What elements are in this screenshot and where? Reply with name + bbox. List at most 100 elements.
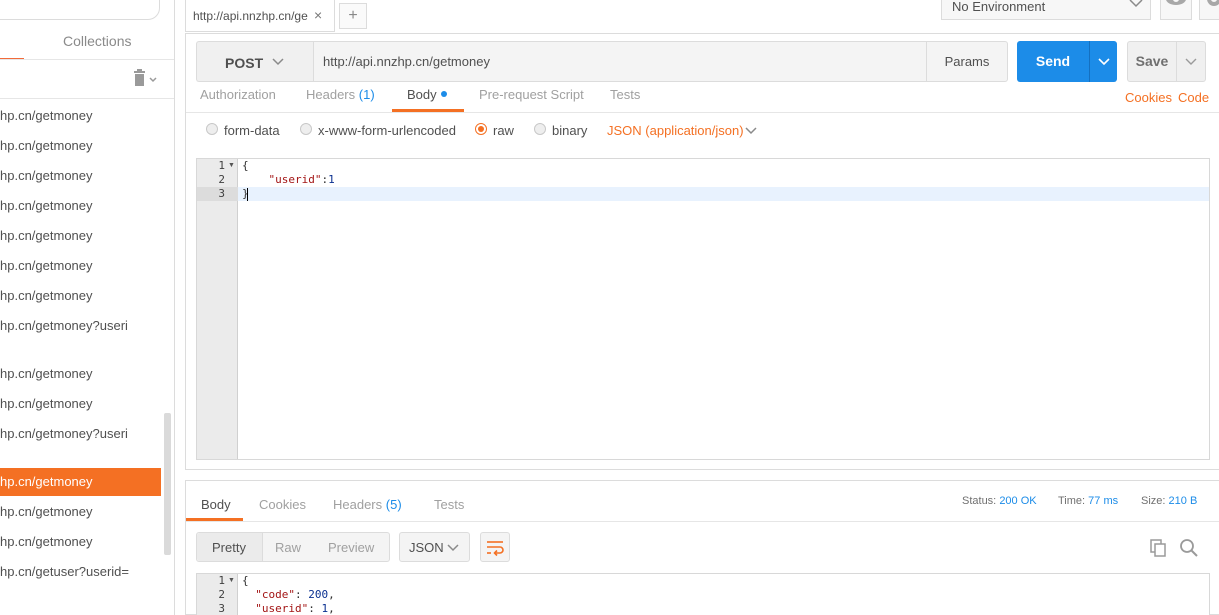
json-key: "code" [255,588,295,601]
response-body-viewer[interactable]: 1 ▼ 2 3 { "code": 200, "userid": 1, [196,573,1210,615]
history-item-label: hp.cn/getmoney [0,138,93,153]
history-item[interactable]: hp.cn/getmoney [0,498,161,526]
request-body-editor[interactable]: 1 ▼ 2 3 { "userid":1 } [196,158,1210,460]
params-button[interactable]: Params [926,41,1008,82]
tab-response-headers-label: Headers [333,497,383,512]
chevron-down-icon [272,58,284,66]
response-format-select[interactable]: JSON [399,532,470,562]
history-item[interactable]: hp.cn/getmoney [0,102,161,130]
tab-response-tests[interactable]: Tests [434,497,464,512]
history-item[interactable]: hp.cn/getmoney [0,390,161,418]
history-item[interactable]: hp.cn/getmoney [0,192,161,220]
view-mode-group: Pretty Raw Preview [196,532,390,562]
history-item[interactable]: hp.cn/getmoney [0,282,161,310]
radio-form-data[interactable] [206,123,218,135]
environment-settings-button[interactable] [1199,0,1219,20]
close-icon[interactable]: × [314,7,322,23]
trash-menu-button[interactable] [131,69,161,89]
search-icon[interactable] [1179,538,1199,558]
save-options-button[interactable] [1176,41,1206,82]
sidebar-search-input[interactable] [0,0,160,20]
chevron-down-icon [447,544,459,552]
line-number: 2 [218,588,225,601]
line-number: 3 [218,187,225,200]
history-item-label: hp.cn/getmoney?useri [0,318,128,333]
binary-label[interactable]: binary [552,123,587,138]
tab-history[interactable] [0,26,40,58]
tab-tests[interactable]: Tests [610,87,640,102]
size-value: 210 B [1168,495,1198,507]
history-item[interactable]: hp.cn/getmoney [0,252,161,280]
json-value: 1 [328,173,335,186]
content-type-select[interactable]: JSON (application/json) [607,123,744,138]
history-item-label: hp.cn/getmoney [0,198,93,213]
divider [0,98,174,99]
copy-icon[interactable] [1149,538,1169,558]
response-headers-count: (5) [385,497,402,512]
history-item-selected[interactable]: hp.cn/getmoney [0,468,161,496]
status-readout: Status: 200 OK [962,495,1037,507]
code-link[interactable]: Code [1178,90,1209,105]
history-item[interactable]: hp.cn/getmoney [0,162,161,190]
divider [0,59,174,60]
history-item-label: hp.cn/getmoney [0,474,93,489]
time-value: 77 ms [1088,495,1119,507]
environment-select[interactable]: No Environment [941,0,1151,20]
tab-prerequest-script[interactable]: Pre-request Script [479,87,584,102]
history-item[interactable]: hp.cn/getuser?userid= [0,558,161,586]
sidebar-scrollbar[interactable] [164,413,171,555]
history-item-label: hp.cn/getmoney [0,108,93,123]
time-label: Time: [1058,495,1086,507]
tab-headers[interactable]: Headers (1) [306,87,375,102]
tab-response-body[interactable]: Body [201,497,231,512]
tab-body[interactable]: Body [407,87,447,102]
history-item-label: hp.cn/getmoney [0,168,93,183]
radio-raw[interactable] [475,123,487,135]
radio-urlencoded[interactable] [300,123,312,135]
environment-quick-look-button[interactable] [1160,0,1192,20]
size-label: Size: [1141,495,1166,507]
form-data-label[interactable]: form-data [224,123,280,138]
history-item[interactable]: hp.cn/getmoney [0,132,161,160]
divider [186,521,1219,522]
request-builder: POST Params Send Save Authorization Head… [185,33,1219,470]
history-item[interactable]: hp.cn/getmoney [0,528,161,556]
line-number: 2 [218,173,225,186]
tab-response-cookies[interactable]: Cookies [259,497,306,512]
url-input[interactable] [313,41,927,82]
cookies-link[interactable]: Cookies [1125,90,1172,105]
history-item[interactable]: hp.cn/getmoney [0,360,161,388]
tab-collections[interactable]: Collections [63,33,131,49]
method-select[interactable]: POST [196,41,313,82]
fold-arrow-icon[interactable]: ▼ [228,577,235,584]
headers-count: (1) [358,87,375,102]
urlencoded-label[interactable]: x-www-form-urlencoded [318,123,456,138]
view-pretty[interactable]: Pretty [212,540,246,555]
radio-binary[interactable] [534,123,546,135]
fold-arrow-icon[interactable]: ▼ [228,162,235,169]
new-tab-button[interactable]: + [339,3,367,29]
history-item[interactable]: hp.cn/getmoney?useri [0,312,161,340]
history-item[interactable]: hp.cn/getmoney [0,222,161,250]
time-readout: Time: 77 ms [1058,495,1118,507]
history-item[interactable]: hp.cn/getmoney?useri [0,420,161,448]
save-button[interactable]: Save [1127,41,1177,82]
wrap-lines-button[interactable] [480,532,510,562]
json-value: 200 [308,588,329,601]
send-button[interactable]: Send [1017,41,1089,82]
tab-authorization[interactable]: Authorization [200,87,276,102]
chevron-down-icon[interactable] [744,124,758,138]
line-number: 1 [218,159,225,172]
history-item-label: hp.cn/getmoney [0,534,93,549]
tab-response-headers[interactable]: Headers (5) [333,497,402,512]
raw-label[interactable]: raw [493,123,514,138]
environment-label: No Environment [952,0,1046,14]
editor-gutter [197,159,238,459]
request-tab[interactable]: http://api.nnzhp.cn/ge × [185,0,335,32]
method-label: POST [225,55,264,71]
trash-icon [134,69,157,86]
history-item-label: hp.cn/getmoney [0,366,93,381]
view-preview[interactable]: Preview [328,540,374,555]
view-raw[interactable]: Raw [275,540,301,555]
send-options-button[interactable] [1089,41,1117,82]
